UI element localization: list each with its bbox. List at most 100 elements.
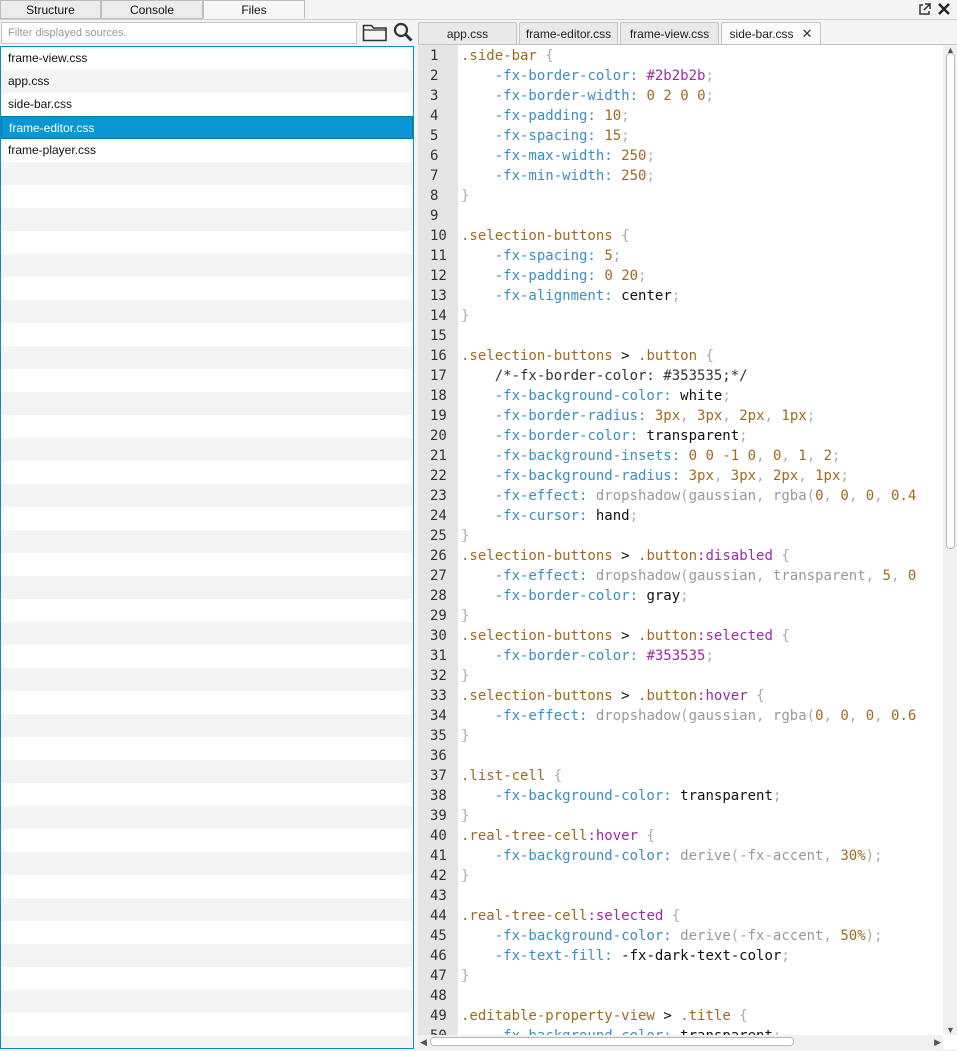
code-line[interactable]: -fx-border-color: #353535; <box>461 646 714 666</box>
code-line[interactable]: } <box>461 806 469 826</box>
line-number: 30 <box>430 628 447 644</box>
line-number: 7 <box>430 168 439 184</box>
horizontal-scrollbar[interactable]: ◀ ▶ <box>418 1035 943 1049</box>
code-line[interactable]: -fx-border-color: #2b2b2b; <box>461 66 714 86</box>
line-number: 14 <box>430 308 447 324</box>
code-line[interactable]: -fx-border-radius: 3px, 3px, 2px, 1px; <box>461 406 815 426</box>
vertical-scrollbar[interactable]: ▲ ▼ <box>943 45 957 1035</box>
code-line[interactable]: -fx-background-color: white; <box>461 386 731 406</box>
code-area[interactable]: 1 .side-bar {2 -fx-border-color: #2b2b2b;… <box>418 45 943 1035</box>
tab-files[interactable]: Files <box>203 0 305 19</box>
tab-side-bar-css[interactable]: side-bar.css ✕ <box>721 22 821 45</box>
scroll-right-arrow[interactable]: ▶ <box>934 1037 941 1047</box>
line-number: 5 <box>430 128 439 144</box>
code-line[interactable]: .selection-buttons { <box>461 226 630 246</box>
line-number: 4 <box>430 108 439 124</box>
code-line[interactable]: } <box>461 306 469 326</box>
line-number: 12 <box>430 268 447 284</box>
code-line[interactable]: -fx-effect: dropshadow(gaussian, rgba(0,… <box>461 706 917 726</box>
line-number: 32 <box>430 668 447 684</box>
line-number: 21 <box>430 448 447 464</box>
code-line[interactable]: .real-tree-cell:hover { <box>461 826 655 846</box>
code-line[interactable]: -fx-spacing: 15; <box>461 126 630 146</box>
code-line[interactable]: -fx-background-insets: 0 0 -1 0, 0, 1, 2… <box>461 446 841 466</box>
line-number: 17 <box>430 368 447 384</box>
code-line[interactable]: -fx-background-radius: 3px, 3px, 2px, 1p… <box>461 466 849 486</box>
line-number: 25 <box>430 528 447 544</box>
tab-label: side-bar.css <box>729 27 794 41</box>
tab-console[interactable]: Console <box>101 0 203 19</box>
code-line[interactable]: -fx-cursor: hand; <box>461 506 638 526</box>
close-icon[interactable] <box>937 2 951 16</box>
code-line[interactable]: -fx-border-width: 0 2 0 0; <box>461 86 714 106</box>
code-line[interactable]: } <box>461 966 469 986</box>
search-button[interactable] <box>392 22 414 44</box>
line-number: 19 <box>430 408 447 424</box>
code-line[interactable]: .editable-property-view > .title { <box>461 1006 748 1026</box>
code-line[interactable]: } <box>461 726 469 746</box>
scroll-down-arrow[interactable]: ▼ <box>946 1025 955 1035</box>
code-line[interactable]: /*-fx-border-color: #353535;*/ <box>461 366 748 386</box>
tab-frame-editor-css[interactable]: frame-editor.css <box>519 22 618 45</box>
code-line[interactable]: -fx-background-color: transparent; <box>461 786 782 806</box>
code-line[interactable]: -fx-min-width: 250; <box>461 166 655 186</box>
line-number: 2 <box>430 68 439 84</box>
code-line[interactable]: -fx-background-color: transparent; <box>461 1026 782 1035</box>
filter-sources-input[interactable] <box>1 22 357 44</box>
tab-app-css[interactable]: app.css <box>418 22 517 45</box>
code-line[interactable]: -fx-alignment: center; <box>461 286 680 306</box>
line-number: 20 <box>430 428 447 444</box>
code-line[interactable]: -fx-background-color: derive(-fx-accent,… <box>461 926 883 946</box>
line-number: 16 <box>430 348 447 364</box>
code-line[interactable]: .side-bar { <box>461 46 554 66</box>
scroll-left-arrow[interactable]: ◀ <box>420 1037 427 1047</box>
code-line[interactable]: .selection-buttons > .button { <box>461 346 714 366</box>
line-number: 27 <box>430 568 447 584</box>
list-item-app[interactable]: app.css <box>1 70 413 93</box>
code-line[interactable]: } <box>461 526 469 546</box>
code-line[interactable]: } <box>461 606 469 626</box>
tab-frame-view-css[interactable]: frame-view.css <box>620 22 719 45</box>
code-line[interactable]: -fx-text-fill: -fx-dark-text-color; <box>461 946 790 966</box>
code-line[interactable]: -fx-effect: dropshadow(gaussian, transpa… <box>461 566 917 586</box>
code-line[interactable]: .list-cell { <box>461 766 562 786</box>
code-editor[interactable]: 1 .side-bar {2 -fx-border-color: #2b2b2b;… <box>418 45 957 1049</box>
tab-structure[interactable]: Structure <box>0 0 101 19</box>
code-line[interactable]: .selection-buttons > .button:hover { <box>461 686 765 706</box>
code-line[interactable]: -fx-border-color: transparent; <box>461 426 748 446</box>
line-number: 46 <box>430 948 447 964</box>
line-number: 23 <box>430 488 447 504</box>
line-number: 22 <box>430 468 447 484</box>
line-number: 13 <box>430 288 447 304</box>
external-link-icon[interactable] <box>917 2 931 16</box>
line-number: 39 <box>430 808 447 824</box>
line-number: 37 <box>430 768 447 784</box>
vertical-scroll-thumb[interactable] <box>946 53 955 549</box>
line-number: 49 <box>430 1008 447 1024</box>
code-line[interactable]: -fx-padding: 0 20; <box>461 266 647 286</box>
list-item-frame-view[interactable]: frame-view.css <box>1 47 413 70</box>
code-line[interactable]: -fx-padding: 10; <box>461 106 630 126</box>
code-line[interactable]: } <box>461 666 469 686</box>
code-line[interactable]: -fx-border-color: gray; <box>461 586 689 606</box>
list-item-side-bar[interactable]: side-bar.css <box>1 93 413 116</box>
horizontal-scroll-thumb[interactable] <box>430 1037 794 1046</box>
code-line[interactable]: .selection-buttons > .button:disabled { <box>461 546 790 566</box>
open-folder-button[interactable] <box>362 22 388 44</box>
close-tab-icon[interactable]: ✕ <box>802 26 813 42</box>
code-line[interactable]: .selection-buttons > .button:selected { <box>461 626 790 646</box>
code-line[interactable]: -fx-spacing: 5; <box>461 246 621 266</box>
code-line[interactable]: } <box>461 866 469 886</box>
line-number: 3 <box>430 88 439 104</box>
line-number: 31 <box>430 648 447 664</box>
line-number: 11 <box>430 248 447 264</box>
list-item-frame-editor[interactable]: frame-editor.css <box>1 116 413 139</box>
code-line[interactable]: -fx-max-width: 250; <box>461 146 655 166</box>
source-file-list: frame-view.css app.css side-bar.css fram… <box>0 46 414 1049</box>
code-line[interactable]: -fx-effect: dropshadow(gaussian, rgba(0,… <box>461 486 917 506</box>
code-line[interactable]: } <box>461 186 469 206</box>
code-line[interactable]: .real-tree-cell:selected { <box>461 906 680 926</box>
line-number: 34 <box>430 708 447 724</box>
code-line[interactable]: -fx-background-color: derive(-fx-accent,… <box>461 846 883 866</box>
list-item-frame-player[interactable]: frame-player.css <box>1 139 413 162</box>
